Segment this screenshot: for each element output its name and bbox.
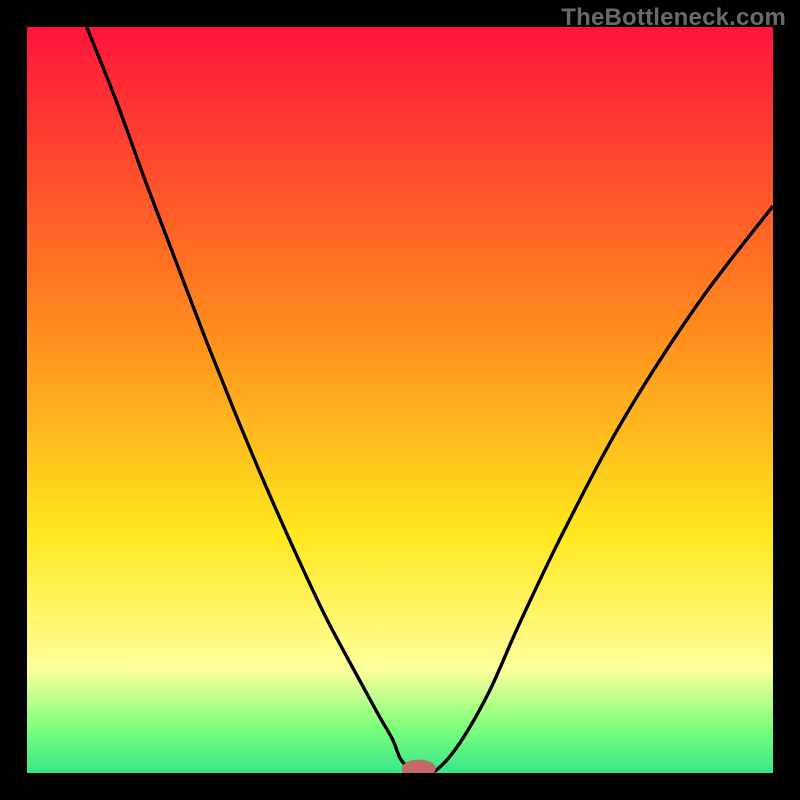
watermark-text: TheBottleneck.com [561,4,786,32]
bottleneck-chart [27,27,773,773]
plot-area [27,27,773,773]
chart-frame: TheBottleneck.com [0,0,800,800]
gradient-background [27,27,773,773]
